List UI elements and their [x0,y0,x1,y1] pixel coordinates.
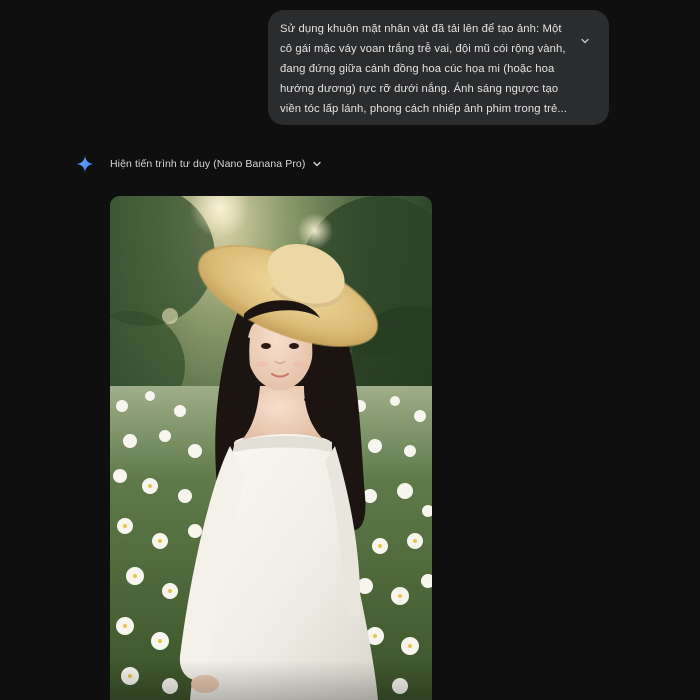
thinking-expand-button[interactable] [311,158,323,170]
generated-image[interactable] [110,196,432,700]
show-thinking-toggle[interactable]: Hiện tiến trình tư duy (Nano Banana Pro) [110,158,305,170]
chevron-down-icon [581,38,589,44]
user-prompt-bubble: Sử dụng khuôn mặt nhân vật đã tải lên để… [268,10,609,125]
user-prompt-text: Sử dụng khuôn mặt nhân vật đã tải lên để… [280,23,568,115]
chevron-down-icon [313,161,322,167]
model-response-header: Hiện tiến trình tư duy (Nano Banana Pro) [76,154,323,174]
gemini-spark-icon [76,155,94,173]
portrait-illustration [110,196,432,700]
chat-page: Sử dụng khuôn mặt nhân vật đã tải lên để… [0,0,700,700]
expand-prompt-button[interactable] [578,34,592,48]
